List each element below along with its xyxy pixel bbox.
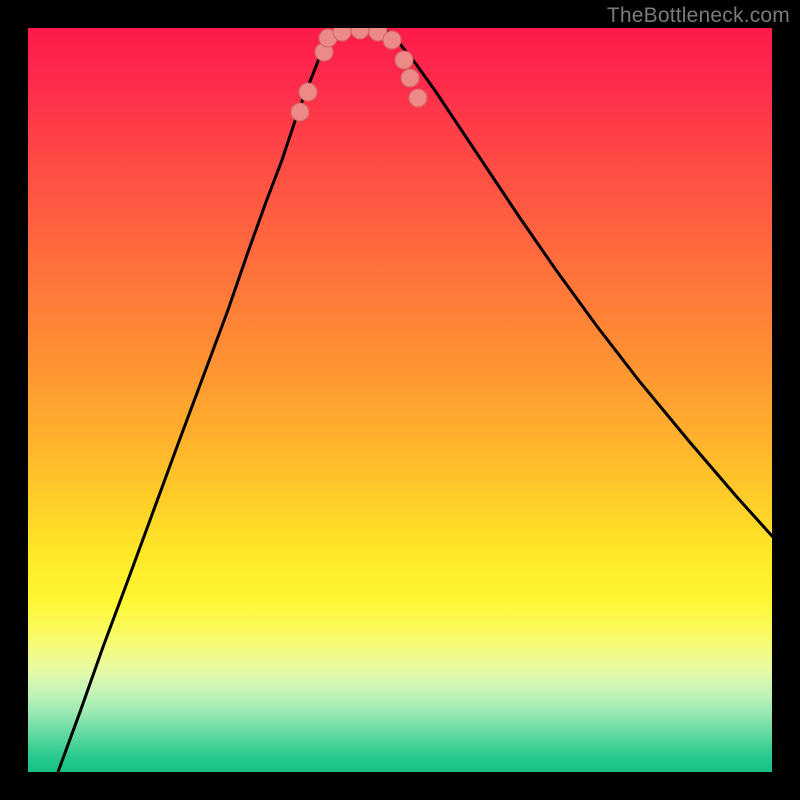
plot-area	[28, 28, 772, 772]
valley-marker-dot	[409, 89, 427, 107]
valley-marker-dot	[401, 69, 419, 87]
bottleneck-curve-plot	[28, 28, 772, 772]
valley-marker-dot	[351, 28, 369, 39]
curve-group	[58, 28, 772, 772]
valley-marker-dot	[383, 31, 401, 49]
right-curve-path	[388, 32, 772, 536]
valley-marker-dot	[299, 83, 317, 101]
valley-marker-dot	[333, 28, 351, 41]
valley-marker-dot	[291, 103, 309, 121]
chart-frame: TheBottleneck.com	[0, 0, 800, 800]
left-curve-path	[58, 32, 331, 772]
watermark-text: TheBottleneck.com	[607, 4, 790, 28]
valley-marker-dot	[395, 51, 413, 69]
